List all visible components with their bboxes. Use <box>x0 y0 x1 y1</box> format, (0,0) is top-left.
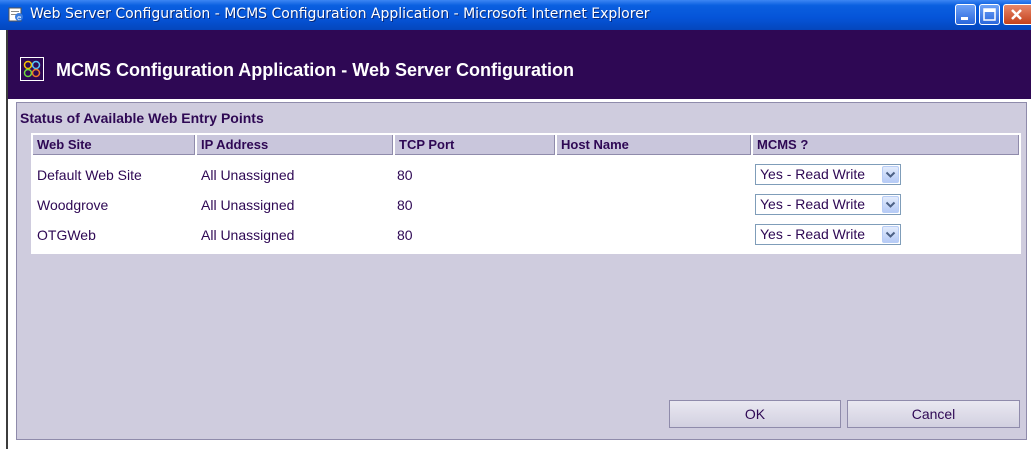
app-header: MCMS Configuration Application - Web Ser… <box>8 30 1031 99</box>
row-2-tcp-port: 80 <box>397 197 413 213</box>
svg-text:e: e <box>17 14 21 22</box>
row-1-mcms-select[interactable]: Yes - Read Write <box>755 164 901 185</box>
column-header-web-site: Web Site <box>33 135 195 155</box>
row-1-mcms-value: Yes - Read Write <box>760 166 866 182</box>
row-2-mcms-select[interactable]: Yes - Read Write <box>755 194 901 215</box>
row-1-web-site: Default Web Site <box>37 167 142 183</box>
row-3-web-site: OTGWeb <box>37 227 96 243</box>
section-title: Status of Available Web Entry Points <box>20 110 264 126</box>
cancel-button[interactable]: Cancel <box>847 400 1020 428</box>
maximize-button[interactable] <box>979 4 1000 25</box>
row-1-ip-address: All Unassigned <box>201 167 295 183</box>
row-3-tcp-port: 80 <box>397 227 413 243</box>
row-3-mcms-value: Yes - Read Write <box>760 226 866 242</box>
chevron-down-icon[interactable] <box>882 226 899 243</box>
row-1-tcp-port: 80 <box>397 167 413 183</box>
close-button[interactable] <box>1003 4 1031 25</box>
window-title: Web Server Configuration - MCMS Configur… <box>30 6 650 22</box>
minimize-icon <box>961 17 968 20</box>
chevron-down-icon[interactable] <box>882 166 899 183</box>
row-2-mcms-value: Yes - Read Write <box>760 196 866 212</box>
column-header-tcp-port: TCP Port <box>395 135 555 155</box>
mcms-logo-icon <box>20 57 44 81</box>
maximize-icon <box>983 8 996 21</box>
window-titlebar[interactable]: e Web Server Configuration - MCMS Config… <box>0 0 1031 30</box>
table-header-row: Web Site IP Address TCP Port Host Name M… <box>33 135 1019 155</box>
column-header-ip-address: IP Address <box>197 135 393 155</box>
column-header-host-name: Host Name <box>557 135 751 155</box>
minimize-button[interactable] <box>955 4 976 25</box>
page-title: MCMS Configuration Application - Web Ser… <box>56 60 574 80</box>
row-2-web-site: Woodgrove <box>37 197 109 213</box>
ie-page-icon: e <box>8 7 23 22</box>
ok-button[interactable]: OK <box>669 400 841 428</box>
close-icon <box>1011 9 1022 20</box>
row-3-ip-address: All Unassigned <box>201 227 295 243</box>
row-2-ip-address: All Unassigned <box>201 197 295 213</box>
chevron-down-icon[interactable] <box>882 196 899 213</box>
row-3-mcms-select[interactable]: Yes - Read Write <box>755 224 901 245</box>
column-header-mcms: MCMS ? <box>753 135 1019 155</box>
